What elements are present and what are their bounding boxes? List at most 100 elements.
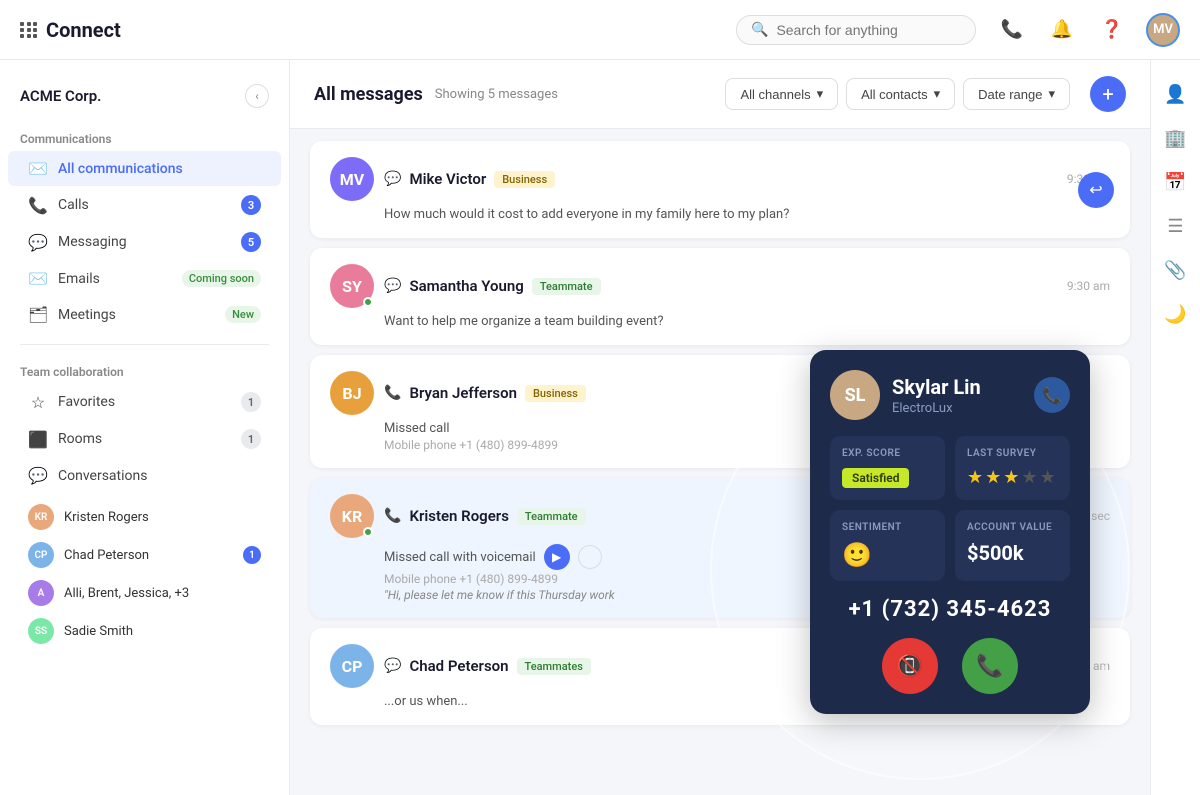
sadie-name: Sadie Smith <box>64 624 261 639</box>
favorites-badge: 1 <box>241 392 261 412</box>
right-panel-calendar-icon[interactable]: 📅 <box>1158 164 1194 200</box>
message-card-mike-victor[interactable]: MV 💬 Mike Victor Business 9:30 am How mu… <box>310 141 1130 238</box>
kristen-avatar-wrapper: KR <box>330 494 374 538</box>
right-panel: 👤 🏢 📅 ☰ 📎 🌙 <box>1150 60 1200 795</box>
account-value: $500k <box>967 541 1024 565</box>
help-icon[interactable]: ❓ <box>1096 14 1128 46</box>
search-bar[interactable]: 🔍 <box>736 15 976 45</box>
add-button[interactable]: + <box>1090 76 1126 112</box>
user-avatar[interactable]: MV <box>1146 13 1180 47</box>
right-panel-clip-icon[interactable]: 📎 <box>1158 252 1194 288</box>
mike-victor-avatar: MV <box>330 157 374 201</box>
content-header: All messages Showing 5 messages All chan… <box>290 60 1150 129</box>
exp-score-label: EXP. SCORE <box>842 448 933 459</box>
sidebar-emails-label: Emails <box>58 271 172 287</box>
sidebar-rooms-label: Rooms <box>58 431 231 447</box>
sidebar-item-all-communications[interactable]: ✉️ All communications <box>8 151 281 186</box>
messaging-badge: 5 <box>241 232 261 252</box>
main-layout: ACME Corp. ‹ Communications ✉️ All commu… <box>0 60 1200 795</box>
all-contacts-filter[interactable]: All contacts ▾ <box>846 78 955 110</box>
reply-button-1[interactable]: ↩ <box>1078 172 1114 208</box>
sidebar-user-group[interactable]: A Alli, Brent, Jessica, +3 <box>8 574 281 612</box>
waveform-icon <box>578 545 602 569</box>
message-icon-1: 💬 <box>384 171 401 187</box>
exp-score-value: Satisfied <box>842 468 909 488</box>
sidebar-collapse-btn[interactable]: ‹ <box>245 84 269 108</box>
app-logo: Connect <box>20 18 121 42</box>
favorites-icon: ☆ <box>28 393 48 412</box>
navbar-icons: 📞 🔔 ❓ MV <box>996 13 1180 47</box>
meetings-badge: New <box>225 306 261 323</box>
all-channels-label: All channels <box>740 87 810 102</box>
msg-header-2: SY 💬 Samantha Young Teammate 9:30 am <box>330 264 1110 308</box>
call-avatar: SL <box>830 370 880 420</box>
star-4: ★ <box>1021 467 1037 488</box>
sidebar-item-messaging[interactable]: 💬 Messaging 5 <box>8 224 281 260</box>
decline-call-btn[interactable]: 📵 <box>882 638 938 694</box>
messaging-icon: 💬 <box>28 233 48 252</box>
sidebar-item-meetings[interactable]: 🗂 Meetings New <box>8 297 281 332</box>
right-panel-list-icon[interactable]: ☰ <box>1158 208 1194 244</box>
right-panel-moon-icon[interactable]: 🌙 <box>1158 296 1194 332</box>
all-channels-filter[interactable]: All channels ▾ <box>725 78 838 110</box>
sidebar-messaging-label: Messaging <box>58 234 231 250</box>
chad-name: Chad Peterson <box>64 548 233 563</box>
chad-badge: 1 <box>243 546 261 564</box>
call-contact-info: Skylar Lin ElectroLux <box>892 375 981 416</box>
star-1: ★ <box>967 467 983 488</box>
sidebar-item-calls[interactable]: 📞 Calls 3 <box>8 187 281 223</box>
samantha-body: Want to help me organize a team building… <box>330 314 1110 329</box>
account-value-box: ACCOUNT VALUE $500k <box>955 510 1070 581</box>
sidebar-user-sadie[interactable]: SS Sadie Smith <box>8 612 281 650</box>
sidebar-item-emails[interactable]: ✉️ Emails Coming soon <box>8 261 281 296</box>
bell-icon[interactable]: 🔔 <box>1046 14 1078 46</box>
date-range-label: Date range <box>978 87 1042 102</box>
sidebar-item-favorites[interactable]: ☆ Favorites 1 <box>8 384 281 420</box>
kristen-tag: Teammate <box>517 508 586 525</box>
accept-call-btn[interactable]: 📞 <box>962 638 1018 694</box>
phone-icon[interactable]: 📞 <box>996 14 1028 46</box>
rooms-icon: ⬛ <box>28 430 48 449</box>
content-title: All messages <box>314 84 423 105</box>
mike-victor-tag: Business <box>494 171 555 188</box>
message-card-samantha[interactable]: SY 💬 Samantha Young Teammate 9:30 am Wan… <box>310 248 1130 345</box>
play-voicemail-btn[interactable]: ▶ <box>544 544 570 570</box>
grid-icon <box>20 22 38 38</box>
kristen-name: Kristen Rogers <box>64 510 261 525</box>
sidebar-item-rooms[interactable]: ⬛ Rooms 1 <box>8 421 281 457</box>
call-phone-action-btn[interactable]: 📞 <box>1034 377 1070 413</box>
sidebar-user-kristen[interactable]: KR Kristen Rogers <box>8 498 281 536</box>
team-label: Team collaboration <box>0 357 289 383</box>
date-range-filter[interactable]: Date range ▾ <box>963 78 1070 110</box>
mike-victor-name: Mike Victor <box>409 170 486 188</box>
star-5: ★ <box>1040 467 1056 488</box>
sadie-avatar: SS <box>28 618 54 644</box>
sidebar-header: ACME Corp. ‹ <box>0 76 289 124</box>
star-3: ★ <box>1003 467 1019 488</box>
call-contact-name: Skylar Lin <box>892 375 981 399</box>
sidebar-favorites-label: Favorites <box>58 394 231 410</box>
call-company: ElectroLux <box>892 401 981 416</box>
star-2: ★ <box>985 467 1001 488</box>
showing-text: Showing 5 messages <box>435 87 558 102</box>
bryan-tag: Business <box>525 385 586 402</box>
message-icon-2: 💬 <box>384 278 401 294</box>
sidebar-item-conversations[interactable]: 💬 Conversations <box>8 458 281 493</box>
search-input[interactable] <box>776 22 961 38</box>
right-panel-user-icon[interactable]: 👤 <box>1158 76 1194 112</box>
msg-info-2: 💬 Samantha Young Teammate 9:30 am <box>384 277 1110 295</box>
app-name: Connect <box>46 18 121 42</box>
chad-p-avatar: CP <box>330 644 374 688</box>
sidebar-user-chad[interactable]: CP Chad Peterson 1 <box>8 536 281 574</box>
right-panel-building-icon[interactable]: 🏢 <box>1158 120 1194 156</box>
meetings-icon: 🗂 <box>28 305 48 324</box>
phone-icon-3: 📞 <box>384 385 401 401</box>
sidebar-all-comms-label: All communications <box>58 161 261 177</box>
survey-stars: ★ ★ ★ ★ ★ <box>967 467 1058 488</box>
contacts-chevron: ▾ <box>934 86 941 102</box>
kristen-r-name: Kristen Rogers <box>409 507 508 525</box>
date-chevron: ▾ <box>1048 86 1055 102</box>
kristen-missed: Missed call with voicemail <box>384 550 536 565</box>
all-comms-icon: ✉️ <box>28 159 48 178</box>
emails-badge: Coming soon <box>182 270 261 287</box>
